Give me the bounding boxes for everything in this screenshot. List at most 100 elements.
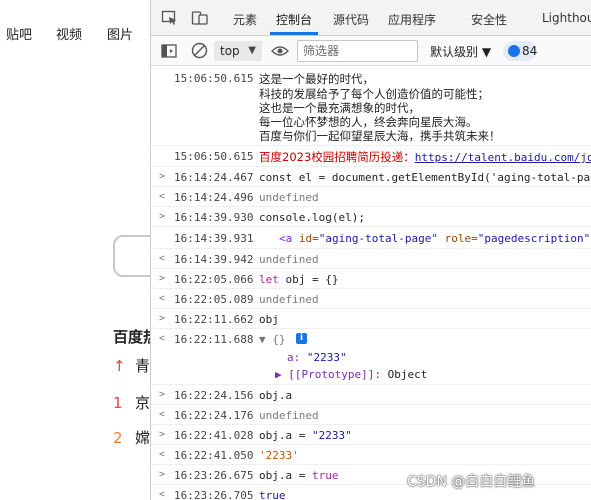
code-line: obj.a = "2233" (259, 429, 352, 442)
attr-value: "aging-total-page" (318, 232, 438, 245)
console-input: > 16:22:24.156 obj.a (151, 385, 591, 405)
tab-console[interactable]: 控制台 (276, 11, 312, 28)
tab-sources[interactable]: 源代码 (333, 11, 369, 28)
console-result: < 16:14:39.942 undefined (151, 249, 591, 269)
attr-value: "pagedescription" (477, 232, 591, 245)
log-level-selector[interactable]: 默认级别 ▼ (430, 43, 491, 60)
input-chevron-icon: > (159, 469, 166, 480)
timestamp: 16:23:26.705 (174, 489, 254, 500)
caret-down-icon: ▼ (248, 45, 256, 56)
result-value: '2233' (259, 449, 299, 462)
object-prototype[interactable]: ▶ [[Prototype]]: Object (275, 368, 427, 381)
code-line: let obj = {} (259, 273, 338, 286)
attr-name: role= (437, 232, 478, 245)
hot-item-text: 京 (135, 394, 150, 412)
result-chevron-icon: < (159, 489, 166, 500)
timestamp: 16:23:26.675 (174, 469, 254, 482)
console-input: > 16:22:05.066 let obj = {} (151, 269, 591, 289)
log-text-line: 百度与你们一起仰望星辰大海，携手共筑未来！ (259, 129, 501, 143)
background-webpage: 贴吧 视频 图片 百度热 ↑青 1京 2嫦 (0, 0, 150, 500)
code-text: obj.a = (259, 429, 312, 442)
clear-console-icon[interactable] (191, 42, 208, 59)
timestamp: 16:22:11.662 (174, 313, 254, 326)
tab-application[interactable]: 应用程序 (388, 11, 436, 28)
hot-item[interactable]: ↑ 青 (113, 355, 150, 376)
console-input: > 16:14:24.467 const el = document.getEl… (151, 167, 591, 187)
hot-item[interactable]: 2嫦 (113, 427, 150, 448)
console-result: < 16:14:24.496 undefined (151, 187, 591, 207)
issues-badge[interactable]: 84 (503, 41, 537, 61)
nav-link-video[interactable]: 视频 (56, 24, 82, 43)
issues-count: 84 (522, 44, 538, 58)
console-message: 16:14:39.931 <a id="aging-total-page" ro… (151, 227, 591, 249)
input-chevron-icon: > (159, 389, 166, 400)
nav-link-images[interactable]: 图片 (107, 24, 133, 43)
input-chevron-icon: > (159, 211, 166, 222)
timestamp: 16:14:39.931 (174, 232, 254, 245)
search-box-partial[interactable] (113, 235, 150, 277)
tab-elements[interactable]: 元素 (233, 11, 257, 28)
property-key: a: (287, 351, 301, 364)
result-value: undefined (259, 191, 319, 204)
console-input: > 16:14:39.930 console.log(el); (151, 207, 591, 227)
timestamp: 15:06:50.615 (174, 72, 254, 85)
hot-search-title: 百度热 (113, 328, 150, 346)
console-toolbar: top ▼ 默认级别 ▼ 84 (151, 36, 591, 66)
result-value: undefined (259, 253, 319, 266)
timestamp: 16:22:24.176 (174, 409, 254, 422)
console-output: 15:06:50.615 这是一个最好的时代， 科技的发展给予了每个人创造价值的… (151, 66, 591, 500)
input-chevron-icon: > (159, 171, 166, 182)
devtools-tab-bar: 元素 控制台 源代码 应用程序 安全性 Lighthouse (151, 0, 591, 36)
code-line: obj (259, 313, 279, 326)
console-result: < 16:22:41.050 '2233' (151, 445, 591, 465)
console-result: < 16:22:11.688 ▼ {} i a: "2233" ▶ [[Prot… (151, 329, 591, 385)
code-keyword: true (311, 469, 339, 482)
devtools-panel: 元素 控制台 源代码 应用程序 安全性 Lighthouse top ▼ 默认级… (150, 0, 591, 500)
code-text: obj.a = (259, 469, 312, 482)
hot-item-text: 青 (135, 357, 150, 375)
sidebar-toggle-icon[interactable] (161, 44, 177, 58)
context-selector-value: top (220, 44, 240, 58)
timestamp: 16:22:05.089 (174, 293, 254, 306)
attr-name: id= (292, 232, 319, 245)
input-chevron-icon: > (159, 313, 166, 324)
object-property: a: "2233" (287, 351, 347, 364)
result-chevron-icon: < (159, 253, 166, 264)
issues-chat-icon (508, 45, 520, 57)
device-toolbar-icon[interactable] (191, 10, 209, 26)
element-node[interactable]: <a id="aging-total-page" role="pagedescr… (279, 232, 590, 245)
console-message: 15:06:50.615 这是一个最好的时代， 科技的发展给予了每个人创造价值的… (151, 66, 591, 146)
live-expression-eye-icon[interactable] (271, 44, 289, 58)
code-line: obj.a (259, 389, 293, 402)
hot-item[interactable]: 1京 (113, 392, 150, 413)
csdn-watermark: CSDN @白白白鲤鱼 (407, 474, 536, 490)
info-icon[interactable]: i (296, 333, 307, 344)
code-keyword: let (259, 273, 279, 286)
hot-item-text: 嫦 (135, 429, 150, 447)
console-input: > 16:22:41.028 obj.a = "2233" (151, 425, 591, 445)
result-chevron-icon: < (159, 409, 166, 420)
code-string: "2233" (311, 429, 352, 442)
console-result: < 16:22:05.089 undefined (151, 289, 591, 309)
recruit-text: 百度2023校园招聘简历投递： (259, 150, 415, 164)
timestamp: 16:22:41.050 (174, 449, 254, 462)
object-toggle[interactable]: ▼ {} (259, 333, 286, 346)
result-value: undefined (259, 293, 319, 306)
console-input: > 16:22:11.662 obj (151, 309, 591, 329)
result-chevron-icon: < (159, 449, 166, 460)
recruit-link[interactable]: https://talent.baidu.com/jo (415, 151, 591, 164)
code-line: obj.a = true (259, 469, 338, 482)
result-value: undefined (259, 409, 319, 422)
filter-input[interactable] (297, 40, 418, 62)
inspect-element-icon[interactable] (161, 10, 179, 26)
property-value: "2233" (306, 351, 347, 364)
timestamp: 15:06:50.615 (174, 150, 254, 163)
tab-lighthouse[interactable]: Lighthouse (542, 11, 591, 25)
tab-security[interactable]: 安全性 (471, 11, 507, 28)
nav-link-tieba[interactable]: 贴吧 (6, 24, 32, 43)
timestamp: 16:22:11.688 (174, 333, 254, 346)
timestamp: 16:14:39.930 (174, 211, 254, 224)
result-chevron-icon: < (159, 333, 166, 344)
hot-rank: 1 (113, 394, 123, 412)
context-selector[interactable]: top ▼ (214, 41, 262, 61)
